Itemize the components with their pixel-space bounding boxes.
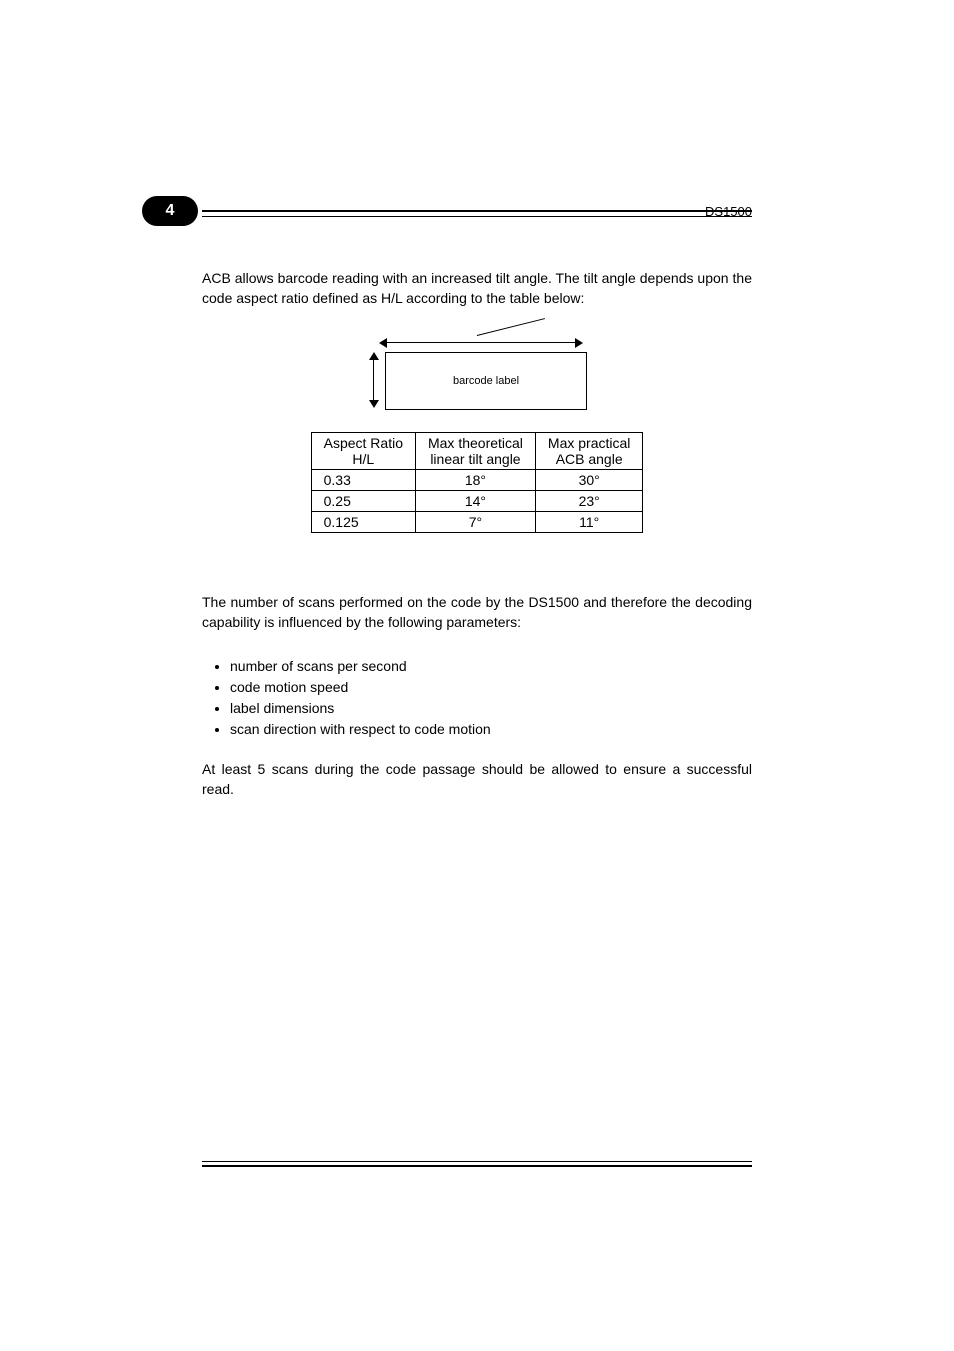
intro-paragraph: ACB allows barcode reading with an incre… (202, 269, 752, 308)
chapter-badge: 4 (142, 196, 198, 226)
barcode-diagram: barcode label (367, 332, 587, 410)
col1-line2: H/L (352, 451, 374, 467)
table-row: 0.33 18° 30° (311, 470, 643, 491)
barcode-box: barcode label (385, 352, 587, 410)
closing-paragraph: At least 5 scans during the code passage… (202, 760, 752, 799)
table-container: Aspect Ratio H/L Max theoretical linear … (202, 432, 752, 533)
cell-practical: 30° (535, 470, 642, 491)
col2-line1: Max theoretical (428, 435, 523, 451)
table-header-col1: Aspect Ratio H/L (311, 433, 415, 470)
cell-ratio: 0.33 (311, 470, 415, 491)
cell-theoretical: 7° (415, 512, 535, 533)
diagram-container: barcode label (202, 332, 752, 410)
table-row: 0.125 7° 11° (311, 512, 643, 533)
cell-practical: 11° (535, 512, 642, 533)
table-header-col2: Max theoretical linear tilt angle (415, 433, 535, 470)
length-arrow-icon (385, 342, 577, 343)
height-arrow-icon (373, 358, 374, 402)
diagonal-line-icon (477, 318, 545, 336)
table-header-col3: Max practical ACB angle (535, 433, 642, 470)
cell-ratio: 0.125 (311, 512, 415, 533)
list-item: number of scans per second (230, 656, 752, 677)
col2-line2: linear tilt angle (430, 451, 520, 467)
aspect-ratio-table: Aspect Ratio H/L Max theoretical linear … (311, 432, 644, 533)
cell-practical: 23° (535, 491, 642, 512)
parameter-list: number of scans per second code motion s… (202, 656, 752, 740)
chapter-number: 4 (166, 202, 175, 220)
table-row: 0.25 14° 23° (311, 491, 643, 512)
section2-paragraph: The number of scans performed on the cod… (202, 593, 752, 632)
footer-rule (202, 1161, 752, 1167)
col1-line1: Aspect Ratio (324, 435, 403, 451)
cell-theoretical: 18° (415, 470, 535, 491)
barcode-box-label: barcode label (453, 375, 519, 387)
cell-theoretical: 14° (415, 491, 535, 512)
col3-line2: ACB angle (556, 451, 623, 467)
list-item: label dimensions (230, 698, 752, 719)
header-rule: 4 (202, 210, 752, 212)
table-header-row: Aspect Ratio H/L Max theoretical linear … (311, 433, 643, 470)
list-item: code motion speed (230, 677, 752, 698)
col3-line1: Max practical (548, 435, 630, 451)
cell-ratio: 0.25 (311, 491, 415, 512)
list-item: scan direction with respect to code moti… (230, 719, 752, 740)
